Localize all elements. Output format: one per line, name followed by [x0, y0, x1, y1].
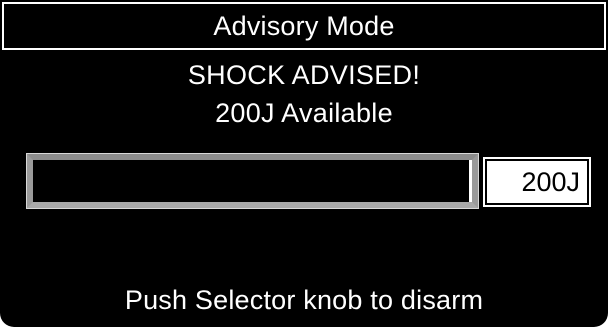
energy-available-message: 200J Available	[215, 98, 393, 128]
mode-title: Advisory Mode	[2, 2, 606, 50]
defibrillator-screen: Advisory Mode SHOCK ADVISED! 200J Availa…	[0, 0, 608, 327]
disarm-instruction: Push Selector knob to disarm	[124, 285, 484, 315]
charge-progress-bar	[26, 153, 479, 209]
selected-energy-value: 200J	[483, 157, 591, 207]
shock-advised-message: SHOCK ADVISED!	[187, 60, 421, 90]
charge-bar-end-marker	[33, 160, 472, 202]
